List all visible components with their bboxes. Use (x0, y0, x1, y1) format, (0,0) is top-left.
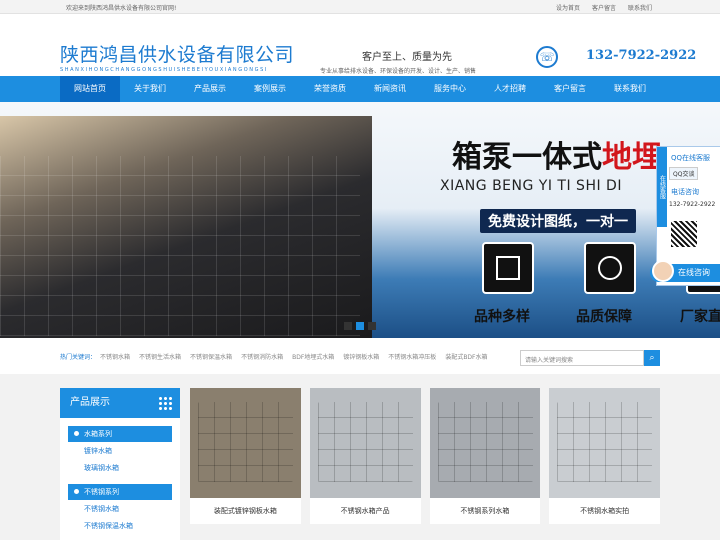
phone-number: 132-7922-2922 (586, 48, 697, 63)
service-tab[interactable]: 在线客服 (657, 147, 667, 227)
banner-tank-image (0, 116, 372, 338)
logo-pinyin: SHANXIHONGCHANGGONGSHUISHEBEIYOUXIANGONG… (60, 67, 268, 73)
slogan: 客户至上、质量为先 (362, 52, 452, 63)
feature-factory: 厂家直 (680, 309, 720, 325)
product-card[interactable]: 不锈钢水箱产品 (309, 388, 421, 524)
search-icon[interactable]: ⌕ (644, 350, 660, 366)
logo-text[interactable]: 陕西鸿昌供水设备有限公司 (60, 40, 294, 67)
sub-slogan: 专业从事给排水设备、环保设备的开发、设计、生产、销售 (320, 68, 477, 75)
slider-dots (344, 322, 376, 330)
search-input[interactable]: 请输入关键词搜索 (520, 350, 644, 366)
header: 陕西鸿昌供水设备有限公司 SHANXIHONGCHANGGONGSHUISHEB… (0, 14, 720, 76)
set-homepage-link[interactable]: 设为首页 (556, 3, 580, 12)
phone-icon: ☏ (536, 46, 558, 68)
subcategory-fiberglass[interactable]: 玻璃钢水箱 (60, 461, 180, 476)
top-bar: 欢迎来到陕西鸿昌供水设备有限公司官网! 设为首页 客户留言 联系我们 (0, 0, 720, 14)
keyword-link[interactable]: 不锈钢生活水箱 (139, 352, 181, 361)
online-consult-button[interactable]: 在线咨询 (650, 260, 720, 282)
nav-message[interactable]: 客户留言 (540, 76, 600, 102)
qq-chat-button[interactable]: QQ交谈 (669, 167, 699, 180)
slider-dot-3[interactable] (368, 322, 376, 330)
tel-number: 132-7922-2922 (669, 201, 716, 208)
banner-slider[interactable]: 箱泵一体式地埋 XIANG BENG YI TI SHI DI 免费设计图纸，一… (0, 102, 720, 338)
welcome-text: 欢迎来到陕西鸿昌供水设备有限公司官网! (66, 5, 177, 12)
keyword-link[interactable]: 不锈钢消防水箱 (241, 352, 283, 361)
product-grid: 装配式镀锌钢板水箱 不锈钢水箱产品 不锈钢系列水箱 不锈钢水箱实拍 (190, 388, 660, 540)
nav-contact[interactable]: 联系我们 (600, 76, 660, 102)
nav-home[interactable]: 网站首页 (60, 76, 120, 102)
product-card[interactable]: 不锈钢系列水箱 (429, 388, 541, 524)
online-consult-label: 在线咨询 (678, 268, 710, 277)
banner-pinyin: XIANG BENG YI TI SHI DI (440, 178, 622, 194)
nav-products[interactable]: 产品展示 (180, 76, 240, 102)
keyword-link[interactable]: 不锈钢水箱冲压板 (388, 352, 436, 361)
main-nav: 网站首页 关于我们 产品展示 案例展示 荣誉资质 新闻资讯 服务中心 人才招聘 … (0, 76, 720, 102)
product-name[interactable]: 不锈钢系列水箱 (430, 498, 541, 524)
subcategory-stainless-insulated[interactable]: 不锈钢保温水箱 (60, 519, 180, 534)
contact-us-link[interactable]: 联系我们 (628, 3, 652, 12)
sidebar-title-text: 产品展示 (70, 397, 110, 408)
agent-avatar (652, 260, 674, 282)
product-name[interactable]: 不锈钢水箱实拍 (549, 498, 660, 524)
banner-title-black: 箱泵一体式 (452, 140, 602, 175)
subcategory-stainless-tank[interactable]: 不锈钢水箱 (60, 502, 180, 517)
banner-title-red: 地埋 (602, 140, 662, 175)
product-card[interactable]: 不锈钢水箱实拍 (549, 388, 660, 524)
product-image[interactable] (309, 388, 421, 498)
banner-title: 箱泵一体式地埋 (452, 132, 662, 176)
keywords-label: 热门关键词： (60, 353, 97, 361)
nav-about[interactable]: 关于我们 (120, 76, 180, 102)
keyword-link[interactable]: 不锈钢水箱 (100, 352, 130, 361)
variety-icon (482, 242, 534, 294)
nav-service[interactable]: 服务中心 (420, 76, 480, 102)
product-image[interactable] (549, 388, 660, 498)
customer-message-link[interactable]: 客户留言 (592, 3, 616, 12)
tel-title: 电话咨询 (671, 188, 699, 196)
product-image[interactable] (190, 388, 301, 498)
nav-jobs[interactable]: 人才招聘 (480, 76, 540, 102)
subcategory-galvanized[interactable]: 镀锌水箱 (60, 444, 180, 459)
quality-shield-icon (584, 242, 636, 294)
nav-cases[interactable]: 案例展示 (240, 76, 300, 102)
keyword-link[interactable]: BDF地埋式水箱 (292, 352, 334, 361)
nav-honors[interactable]: 荣誉资质 (300, 76, 360, 102)
sidebar-title: 产品展示 (60, 388, 180, 418)
product-name[interactable]: 不锈钢水箱产品 (310, 498, 421, 524)
top-links: 设为首页 客户留言 联系我们 (556, 3, 652, 12)
banner-free-design: 免费设计图纸，一对一 (480, 209, 636, 233)
grid-icon (158, 396, 172, 410)
product-name[interactable]: 装配式镀锌钢板水箱 (190, 498, 301, 524)
product-sidebar: 产品展示 水箱系列 镀锌水箱 玻璃钢水箱 不锈钢系列 不锈钢水箱 不锈钢保温水箱 (60, 388, 180, 540)
qr-code (671, 221, 697, 247)
keyword-link[interactable]: 镀锌钢板水箱 (343, 352, 379, 361)
keyword-link[interactable]: 装配式BDF水箱 (445, 352, 487, 361)
keyword-link[interactable]: 不锈钢保温水箱 (190, 352, 232, 361)
slider-dot-1[interactable] (344, 322, 352, 330)
slider-dot-2[interactable] (356, 322, 364, 330)
qq-service-title: QQ在线客服 (671, 154, 711, 162)
product-image[interactable] (429, 388, 541, 498)
product-card[interactable]: 装配式镀锌钢板水箱 (190, 388, 301, 524)
nav-news[interactable]: 新闻资讯 (360, 76, 420, 102)
feature-quality: 品质保障 (576, 309, 632, 325)
category-stainless[interactable]: 不锈钢系列 (68, 484, 172, 500)
category-water-tank[interactable]: 水箱系列 (68, 426, 172, 442)
feature-variety: 品种多样 (474, 309, 530, 325)
